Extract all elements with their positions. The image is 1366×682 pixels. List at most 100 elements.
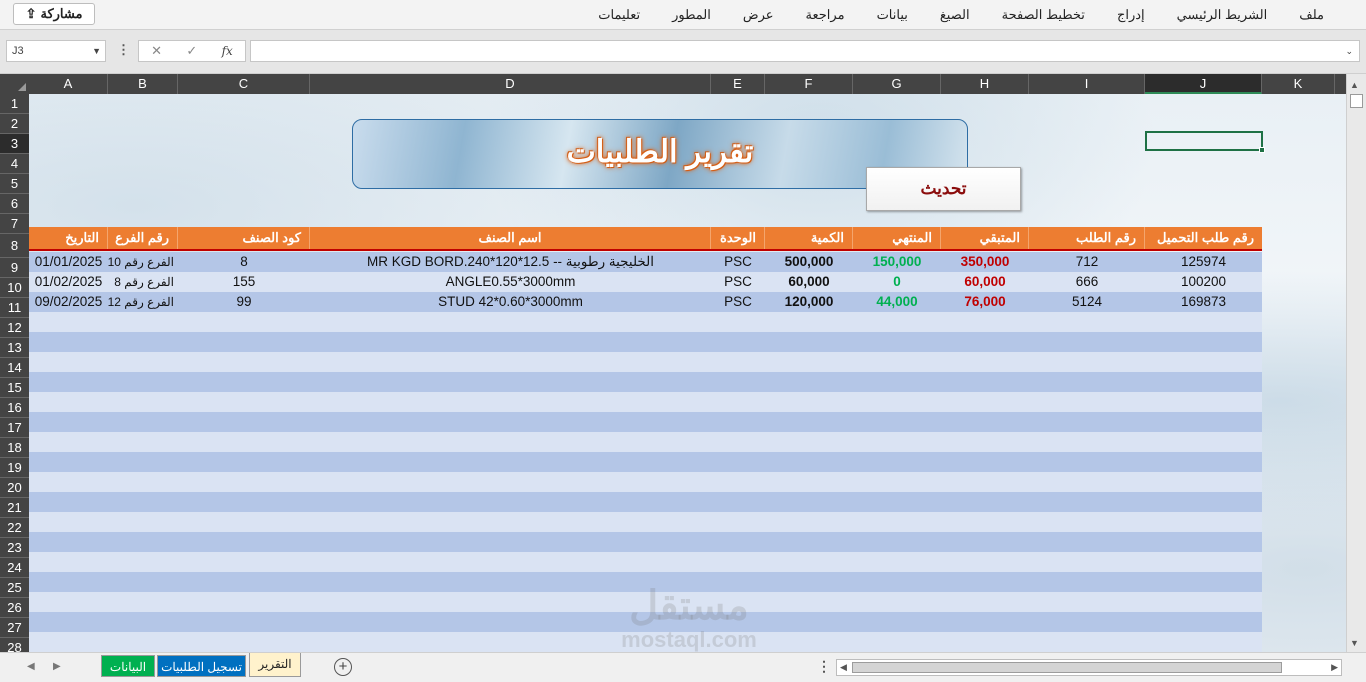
row-header-8[interactable]: 8 — [0, 234, 29, 258]
row-header-9[interactable]: 9 — [0, 258, 29, 278]
cell-load-order-no[interactable]: 169873 — [1145, 292, 1262, 312]
row-header-13[interactable]: 13 — [0, 338, 29, 358]
column-header-f[interactable]: F — [765, 74, 853, 94]
table-row[interactable] — [29, 352, 1262, 372]
header-item-name[interactable]: اسم الصنف — [310, 227, 711, 249]
row-header-15[interactable]: 15 — [0, 378, 29, 398]
cell-item-code[interactable]: 8 — [178, 252, 310, 272]
header-order-no[interactable]: رقم الطلب — [1029, 227, 1145, 249]
cell-branch[interactable]: الفرع رقم 10 — [108, 252, 178, 272]
cell-date[interactable]: 01/02/2025 — [29, 272, 108, 292]
column-header-c[interactable]: C — [178, 74, 310, 94]
table-row[interactable] — [29, 372, 1262, 392]
table-row[interactable] — [29, 552, 1262, 572]
header-unit[interactable]: الوحدة — [711, 227, 765, 249]
scroll-right-icon[interactable]: ▶ — [1331, 662, 1338, 673]
ribbon-tab-9[interactable]: تعليمات — [582, 7, 656, 23]
cell-remaining[interactable]: 76,000 — [941, 292, 1029, 312]
refresh-button[interactable]: تحديث — [866, 167, 1021, 211]
scroll-down-icon[interactable]: ▼ — [1350, 638, 1359, 648]
cell-quantity[interactable]: 60,000 — [765, 272, 853, 292]
cell-load-order-no[interactable]: 125974 — [1145, 252, 1262, 272]
scroll-up-icon[interactable]: ▲ — [1350, 80, 1359, 90]
horizontal-scrollbar[interactable]: ◀ ▶ — [836, 659, 1342, 676]
row-header-24[interactable]: 24 — [0, 558, 29, 578]
ribbon-tab-5[interactable]: بيانات — [861, 7, 924, 23]
table-row[interactable] — [29, 312, 1262, 332]
column-header-h[interactable]: H — [941, 74, 1029, 94]
header-item-code[interactable]: كود الصنف — [178, 227, 310, 249]
confirm-icon[interactable]: ✓ — [186, 43, 197, 59]
row-header-18[interactable]: 18 — [0, 438, 29, 458]
cell-quantity[interactable]: 500,000 — [765, 252, 853, 272]
ribbon-tab-7[interactable]: عرض — [727, 7, 790, 23]
cell-unit[interactable]: PSC — [711, 292, 765, 312]
column-header-i[interactable]: I — [1029, 74, 1145, 94]
row-header-14[interactable]: 14 — [0, 358, 29, 378]
cell-branch[interactable]: الفرع رقم 8 — [108, 272, 178, 292]
table-row[interactable] — [29, 512, 1262, 532]
cell-item-code[interactable]: 155 — [178, 272, 310, 292]
row-header-21[interactable]: 21 — [0, 498, 29, 518]
header-remaining[interactable]: المتبقي — [941, 227, 1029, 249]
column-header-a[interactable]: A — [29, 74, 108, 94]
cell-remaining[interactable]: 350,000 — [941, 252, 1029, 272]
cancel-icon[interactable]: ✕ — [151, 43, 162, 59]
table-row[interactable] — [29, 432, 1262, 452]
table-row[interactable] — [29, 392, 1262, 412]
cell-order-no[interactable]: 5124 — [1029, 292, 1145, 312]
ribbon-tab-4[interactable]: الصيغ — [924, 7, 986, 23]
select-all-corner[interactable] — [0, 74, 29, 94]
row-header-2[interactable]: 2 — [0, 114, 29, 134]
header-date[interactable]: التاريخ — [29, 227, 108, 249]
cell-date[interactable]: 01/01/2025 — [29, 252, 108, 272]
table-row[interactable]: 09/02/2025 الفرع رقم 12 99 STUD 42*0.60*300… — [29, 292, 1262, 312]
vertical-scrollbar[interactable]: ▲ ▼ — [1346, 74, 1366, 652]
cell-quantity[interactable]: 120,000 — [765, 292, 853, 312]
ribbon-tab-1[interactable]: الشريط الرئيسي — [1161, 7, 1284, 23]
cell-remaining[interactable]: 60,000 — [941, 272, 1029, 292]
cell-order-no[interactable]: 712 — [1029, 252, 1145, 272]
row-header-6[interactable]: 6 — [0, 194, 29, 214]
sheet-tab-2[interactable]: التقرير — [249, 653, 301, 677]
row-header-22[interactable]: 22 — [0, 518, 29, 538]
cell-load-order-no[interactable]: 100200 — [1145, 272, 1262, 292]
table-row[interactable] — [29, 332, 1262, 352]
sheet-tab-0[interactable]: البيانات — [101, 655, 155, 677]
row-header-5[interactable]: 5 — [0, 174, 29, 194]
row-header-27[interactable]: 27 — [0, 618, 29, 638]
scroll-left-icon[interactable]: ◀ — [840, 662, 847, 673]
row-header-11[interactable]: 11 — [0, 298, 29, 318]
row-header-20[interactable]: 20 — [0, 478, 29, 498]
insert-function-icon[interactable]: fx — [222, 44, 233, 58]
table-row[interactable] — [29, 452, 1262, 472]
row-header-7[interactable]: 7 — [0, 214, 29, 234]
ribbon-tab-6[interactable]: مراجعة — [790, 7, 861, 23]
ribbon-tab-0[interactable]: ملف — [1283, 7, 1340, 23]
cell-item-name[interactable]: ANGLE0.55*3000mm — [310, 272, 711, 292]
table-row[interactable] — [29, 412, 1262, 432]
header-load-order-no[interactable]: رقم طلب التحميل — [1145, 227, 1262, 249]
ribbon-tab-2[interactable]: إدراج — [1101, 7, 1161, 23]
row-header-3[interactable]: 3 — [0, 134, 29, 154]
table-row[interactable]: 01/02/2025 الفرع رقم 8 155 ANGLE0.55*3000mm… — [29, 272, 1262, 292]
table-row[interactable]: 01/01/2025 الفرع رقم 10 8 الخليجية رطوبية -… — [29, 252, 1262, 272]
row-header-4[interactable]: 4 — [0, 154, 29, 174]
selected-cell-j3[interactable] — [1145, 131, 1265, 153]
formula-input[interactable]: ⌄ — [250, 40, 1360, 62]
row-header-16[interactable]: 16 — [0, 398, 29, 418]
cell-finished[interactable]: 0 — [853, 272, 941, 292]
table-row[interactable] — [29, 492, 1262, 512]
cell-finished[interactable]: 44,000 — [853, 292, 941, 312]
cell-item-code[interactable]: 99 — [178, 292, 310, 312]
name-box[interactable]: J3 ▼ — [6, 40, 106, 62]
row-header-25[interactable]: 25 — [0, 578, 29, 598]
row-header-23[interactable]: 23 — [0, 538, 29, 558]
cell-unit[interactable]: PSC — [711, 252, 765, 272]
more-options-icon[interactable]: ⋮ — [817, 658, 831, 675]
share-button[interactable]: ⇪ مشاركة — [13, 3, 95, 25]
ribbon-tab-8[interactable]: المطور — [656, 7, 727, 23]
expand-formula-icon[interactable]: ⌄ — [1345, 46, 1353, 57]
sheet-tab-1[interactable]: تسجيل الطلبيات — [157, 655, 246, 677]
header-branch[interactable]: رقم الفرع — [108, 227, 178, 249]
